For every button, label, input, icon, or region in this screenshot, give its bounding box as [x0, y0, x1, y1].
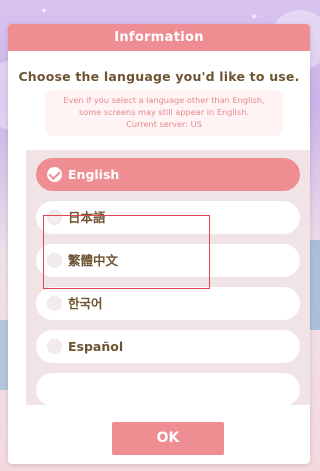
- notice-line: Even if you select a language other than…: [63, 95, 265, 105]
- language-label: 日本語: [68, 210, 106, 225]
- language-option-traditional-chinese[interactable]: 繁體中文: [36, 244, 300, 277]
- language-label: Español: [68, 339, 124, 354]
- radio-icon: [47, 339, 62, 354]
- radio-icon: [47, 296, 62, 311]
- language-dialog: Information Choose the language you'd li…: [8, 24, 310, 464]
- language-option-spanish[interactable]: Español: [36, 330, 300, 363]
- language-notice: Even if you select a language other than…: [45, 90, 283, 136]
- ok-button[interactable]: OK: [112, 422, 224, 455]
- language-label: English: [68, 167, 120, 182]
- sparkle-icon: ✦: [40, 6, 49, 17]
- language-label: 한국어: [68, 296, 103, 311]
- language-option-japanese[interactable]: 日本語: [36, 201, 300, 234]
- radio-icon: [47, 253, 62, 268]
- language-option-korean[interactable]: 한국어: [36, 287, 300, 320]
- language-option-english[interactable]: English: [36, 158, 300, 191]
- notice-line: some screens may still appear in English…: [79, 107, 249, 117]
- language-label: 繁體中文: [68, 253, 119, 268]
- sparkle-icon: ✦: [250, 12, 259, 23]
- language-list[interactable]: English 日本語 繁體中文 한국어 Español: [26, 150, 310, 405]
- language-option-partial[interactable]: [36, 373, 300, 405]
- radio-checked-icon: [47, 167, 62, 182]
- server-info: Current server: US: [126, 119, 202, 129]
- dialog-title: Information: [8, 24, 310, 51]
- radio-icon: [47, 210, 62, 225]
- language-prompt: Choose the language you'd like to use.: [18, 69, 300, 84]
